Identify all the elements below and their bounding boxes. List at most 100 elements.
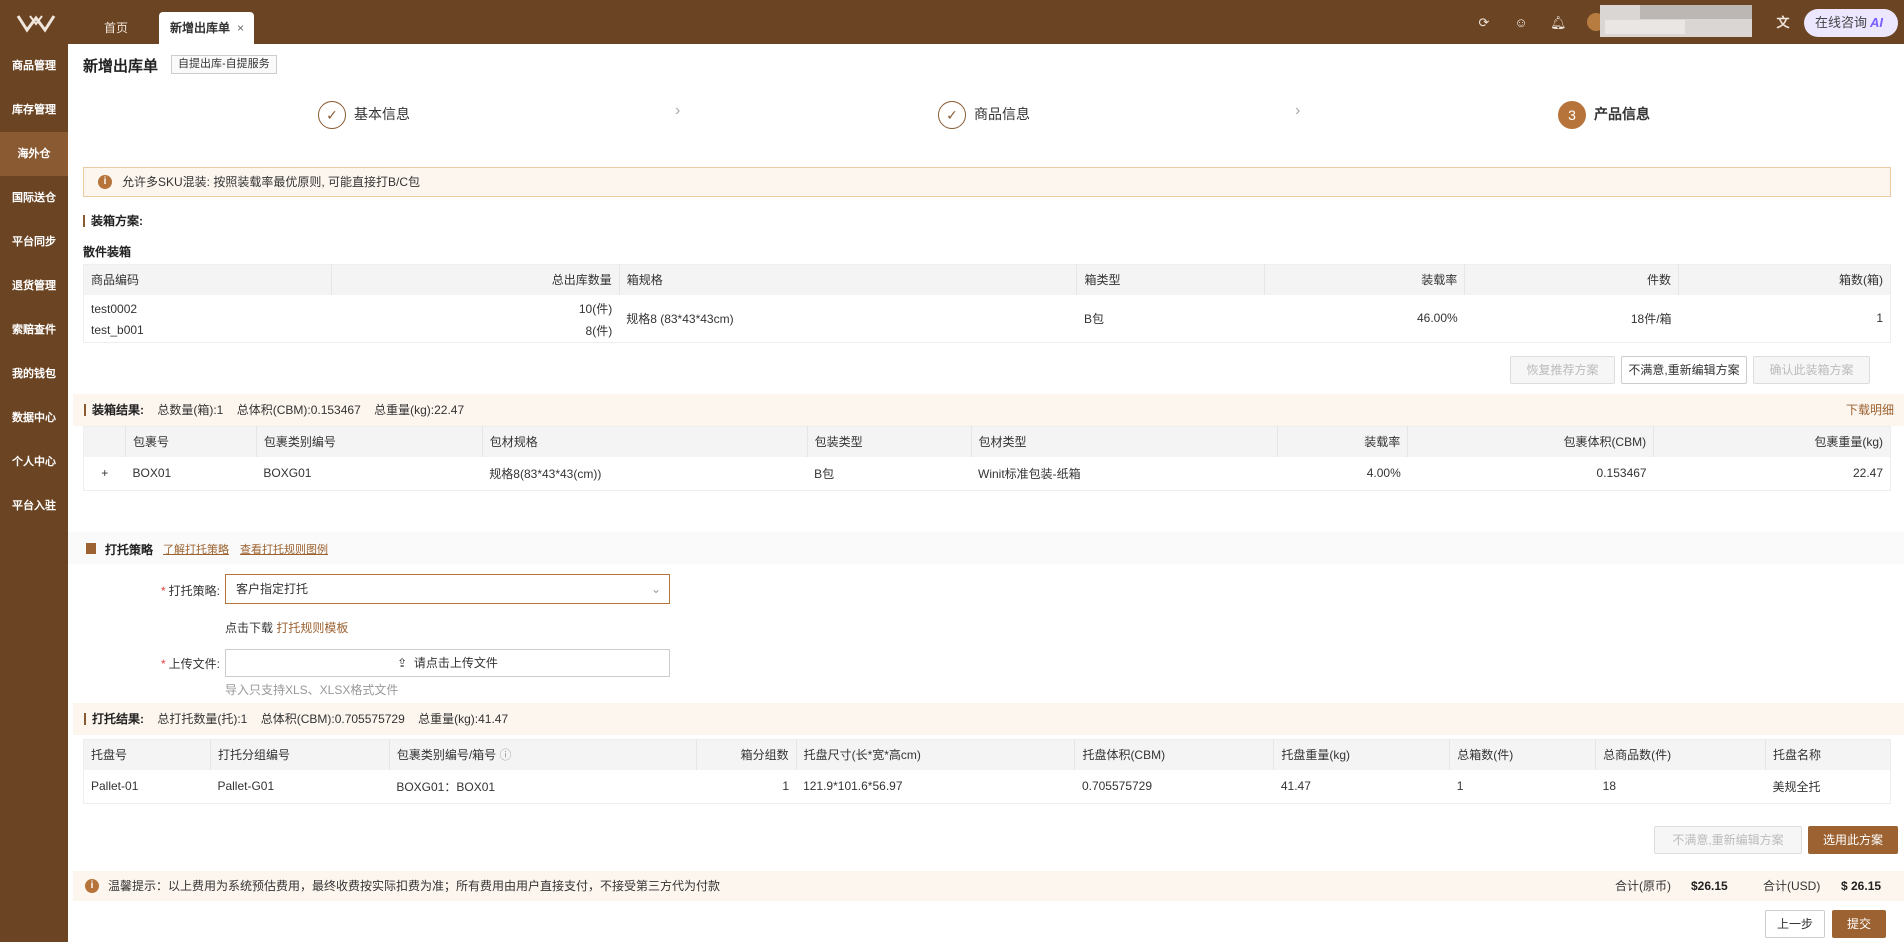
page-title: 新增出库单	[83, 58, 159, 75]
prev-step-button[interactable]: 上一步	[1765, 910, 1825, 938]
pallet-size: 121.9*101.6*56.97	[796, 769, 1075, 804]
sku-qty: 8(件)	[331, 318, 620, 343]
col-header: 总出库数量	[331, 264, 620, 295]
sidebar-item-goods[interactable]: 商品管理	[0, 44, 68, 88]
sidebar-item-sync[interactable]: 平台同步	[0, 220, 68, 264]
translate-icon[interactable]: 文	[1775, 15, 1791, 31]
box-type: B包	[1076, 294, 1265, 343]
pallet-result-title: 打托结果:	[92, 712, 144, 726]
expand-icon[interactable]: +	[83, 456, 126, 491]
table-row: test0002 10(件) 规格8 (83*43*43cm) B包 46.00…	[84, 294, 1891, 343]
submit-button[interactable]: 提交	[1832, 910, 1886, 938]
sku-code: test0002	[91, 301, 138, 316]
table-header: 托盘号 打托分组编号 包裹类别编号/箱号 ⓘ 箱分组数 托盘尺寸(长*宽*高cm…	[83, 739, 1891, 770]
reedit-pallet-button[interactable]: 不满意,重新编辑方案	[1654, 826, 1802, 854]
sidebar: 商品管理 库存管理 海外仓 国际送仓 平台同步 退货管理 索赔查件 我的钱包 数…	[0, 44, 68, 942]
col-header: 箱分组数	[696, 739, 797, 770]
sidebar-item-inventory[interactable]: 库存管理	[0, 88, 68, 132]
close-icon[interactable]: ×	[237, 12, 244, 44]
template-download: 点击下载 打托规则模板	[225, 619, 348, 636]
sidebar-item-returns[interactable]: 退货管理	[0, 264, 68, 308]
tab-home[interactable]: 首页	[80, 12, 152, 44]
consult-label: 在线咨询	[1815, 15, 1868, 30]
total-volume: 总体积(CBM):0.153467	[236, 403, 361, 417]
main-content: 新增出库单 自提出库-自提服务 ✓ 基本信息 › ✓ 商品信息 › 3 产品信息…	[68, 44, 1904, 942]
col-header: 托盘重量(kg)	[1273, 739, 1451, 770]
col-header: 包材类型	[971, 426, 1279, 457]
pallet-name: 美规全托	[1765, 769, 1891, 804]
total-weight: 总重量(kg):22.47	[374, 403, 465, 417]
sidebar-item-claims[interactable]: 索赔查件	[0, 308, 68, 352]
total-weight: 总重量(kg):41.47	[418, 712, 509, 726]
total-goods-count: 18	[1595, 769, 1766, 804]
strategy-label: * 打托策略:	[160, 584, 220, 598]
template-download-link[interactable]: 打托规则模板	[276, 621, 348, 635]
sidebar-item-join[interactable]: 平台入驻	[0, 484, 68, 528]
col-header	[83, 426, 126, 457]
brand-logo-icon	[16, 15, 56, 33]
col-header: 商品编码	[83, 264, 332, 295]
total-usd-value: $ 26.15	[1841, 879, 1882, 893]
upload-file-button[interactable]: ⇪ 请点击上传文件	[225, 649, 670, 677]
tab-new-outbound[interactable]: 新增出库单 ×	[159, 12, 254, 44]
packing-plan-table: 商品编码 总出库数量 箱规格 箱类型 装载率 件数 箱数(箱) test0002…	[83, 264, 1891, 343]
package-group: BOXG01	[256, 456, 483, 491]
table-header: 包裹号 包裹类别编号 包材规格 包装类型 包材类型 装载率 包裹体积(CBM) …	[83, 426, 1891, 457]
header-text: 包裹类别编号/箱号	[396, 748, 497, 763]
sidebar-item-intl[interactable]: 国际送仓	[0, 176, 68, 220]
col-header: 包裹类别编号	[256, 426, 483, 457]
pieces: 18件/箱	[1464, 294, 1679, 343]
bell-icon[interactable]: 🔔︎	[1550, 15, 1567, 31]
package-spec: 规格8(83*43*43(cm))	[482, 456, 808, 491]
reedit-plan-button[interactable]: 不满意,重新编辑方案	[1621, 356, 1747, 384]
pallet-weight: 41.47	[1273, 769, 1450, 804]
online-consult-button[interactable]: 在线咨询 AI	[1804, 9, 1898, 37]
info-circle-icon[interactable]: ⓘ	[500, 748, 512, 762]
step-goods-info: 商品信息	[974, 106, 1030, 122]
col-header: 包裹号	[125, 426, 257, 457]
learn-strategy-link[interactable]: 了解打托策略	[163, 541, 229, 557]
refresh-icon[interactable]: ⟳	[1476, 15, 1492, 31]
upload-icon: ⇪	[397, 656, 408, 670]
rule-legend-link[interactable]: 查看打托规则图例	[240, 541, 328, 557]
label-text: 打托策略:	[168, 584, 220, 598]
pallet-strategy-title: 打托策略	[105, 543, 154, 557]
package-type: B包	[807, 456, 972, 491]
restore-plan-button[interactable]: 恢复推荐方案	[1510, 356, 1615, 384]
pallet-group: Pallet-G01	[210, 769, 390, 804]
upload-label: * 上传文件:	[160, 657, 220, 671]
pallet-id: Pallet-01	[83, 769, 211, 804]
step-basic-info: 基本信息	[354, 106, 410, 122]
total-volume: 总体积(CBM):0.705575729	[260, 712, 405, 726]
box-spec: 规格8 (83*43*43cm)	[619, 294, 1077, 343]
package-id: BOX01	[125, 456, 257, 491]
upload-label-text: 请点击上传文件	[413, 656, 498, 670]
pack-result-table: 包裹号 包裹类别编号 包材规格 包装类型 包材类型 装载率 包裹体积(CBM) …	[83, 426, 1891, 491]
pallet-result-table: 托盘号 打托分组编号 包裹类别编号/箱号 ⓘ 箱分组数 托盘尺寸(长*宽*高cm…	[83, 739, 1891, 804]
download-detail-link[interactable]: 下载明细	[1846, 394, 1894, 426]
sidebar-item-profile[interactable]: 个人中心	[0, 440, 68, 484]
total-box-count: 1	[1449, 769, 1596, 804]
chevron-down-icon: ⌄	[650, 582, 661, 596]
check-icon: ✓	[938, 101, 966, 129]
pallet-result-bar: 打托结果: 总打托数量(托):1 总体积(CBM):0.705575729 总重…	[73, 703, 1904, 735]
pallet-strategy-select[interactable]: 客户指定打托 ⌄	[225, 574, 670, 604]
select-plan-button[interactable]: 选用此方案	[1808, 826, 1898, 854]
col-header: 包裹体积(CBM)	[1407, 426, 1655, 457]
table-row: + BOX01 BOXG01 规格8(83*43*43(cm)) B包 Wini…	[83, 456, 1891, 491]
bulk-packing-subtitle: 散件装箱	[83, 245, 132, 259]
sidebar-item-wallet[interactable]: 我的钱包	[0, 352, 68, 396]
blur-block	[1640, 5, 1752, 19]
package-box: BOXG01：BOX01	[389, 769, 697, 804]
sidebar-item-data[interactable]: 数据中心	[0, 396, 68, 440]
top-bar: 首页 新增出库单 × ⟳ ☺ 🔔︎ 文 在线咨询 AI	[0, 0, 1904, 44]
col-header: 件数	[1464, 264, 1680, 295]
col-header: 包材规格	[482, 426, 808, 457]
sidebar-item-overseas[interactable]: 海外仓	[0, 132, 68, 176]
col-header: 包装类型	[807, 426, 972, 457]
smiley-icon[interactable]: ☺	[1513, 15, 1529, 31]
package-material: Winit标准包装-纸箱	[971, 456, 1278, 491]
confirm-plan-button[interactable]: 确认此装箱方案	[1753, 356, 1870, 384]
section-title: 装箱方案:	[91, 214, 143, 228]
select-value: 客户指定打托	[236, 582, 309, 596]
